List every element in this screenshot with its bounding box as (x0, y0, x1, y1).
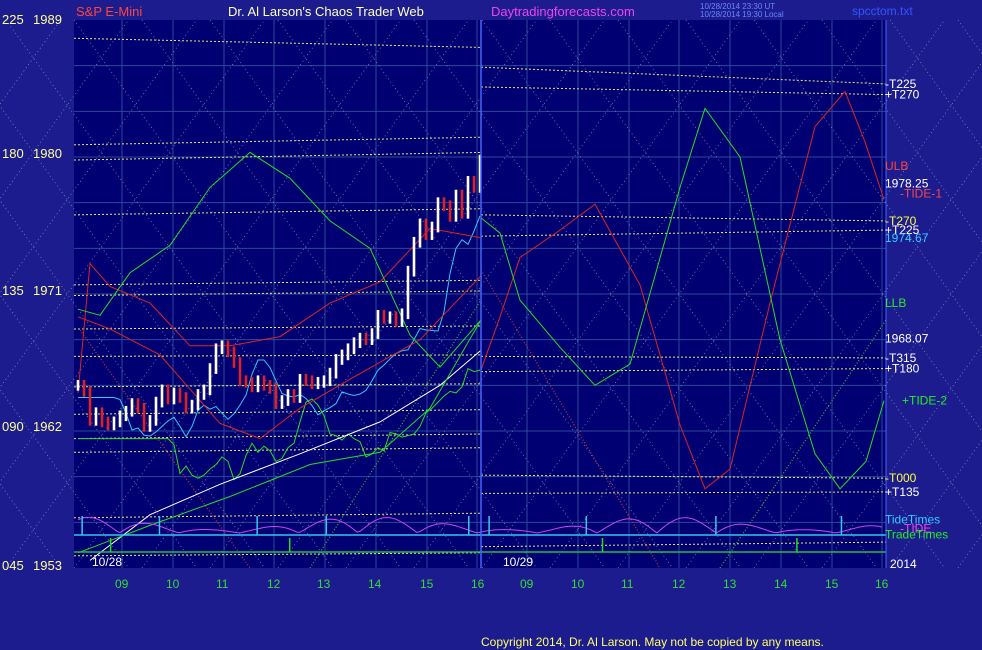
right-label: +T270 (885, 88, 920, 102)
right-label: +T135 (885, 485, 920, 499)
right-labels: -T225+T270ULB1978.25-TIDE-1-T270+T225197… (885, 77, 948, 542)
right-label: 1974.67 (885, 231, 929, 245)
x-tick-day1: 16 (471, 577, 485, 591)
year-label: 2014 (890, 557, 917, 571)
x-tick-day1: 15 (420, 577, 434, 591)
x-tick-day2: 10 (571, 577, 585, 591)
date-label: 10/29 (503, 555, 533, 569)
x-tick-day2: 14 (774, 577, 788, 591)
y-tick-right: 1980 (33, 146, 62, 161)
y-tick-right: 1962 (33, 419, 62, 434)
site-link[interactable]: Daytradingforecasts.com (491, 4, 635, 19)
x-tick-day1: 09 (115, 577, 129, 591)
x-tick-day2: 13 (723, 577, 737, 591)
y-tick-left: 180 (2, 146, 24, 161)
right-label: -TIDE-1 (900, 187, 942, 201)
copyright-notice: Copyright 2014, Dr. Al Larson. May not b… (481, 635, 824, 649)
chaos-trader-chart: S&P E-Mini Dr. Al Larson's Chaos Trader … (0, 2, 982, 649)
y-tick-right: 1989 (33, 12, 62, 27)
chart-title: Dr. Al Larson's Chaos Trader Web (228, 4, 424, 19)
y-tick-left: 225 (2, 12, 24, 27)
y-tick-right: 1953 (33, 558, 62, 573)
x-tick-day2: 09 (520, 577, 534, 591)
x-tick-day1: 13 (317, 577, 331, 591)
timestamp-local: 10/28/2014 19:30 Local (700, 10, 784, 19)
data-filename: spcctom.txt (852, 4, 913, 18)
right-label: +TIDE-2 (902, 394, 947, 408)
y-tick-left: 090 (2, 419, 24, 434)
y-axis: 225 1989 180 1980 135 1971 090 1962 045 … (2, 12, 62, 573)
right-label: 1968.07 (885, 332, 929, 346)
right-label: +T180 (885, 362, 920, 376)
x-tick-day1: 10 (166, 577, 180, 591)
right-label: ULB (885, 159, 908, 173)
lattice-line (957, 19, 982, 55)
x-tick-day2: 11 (621, 577, 634, 591)
x-tick-day1: 14 (368, 577, 382, 591)
y-tick-right: 1971 (33, 283, 62, 298)
right-label: TradeTimes (885, 528, 948, 542)
x-tick-day1: 11 (216, 577, 229, 591)
x-tick-day2: 16 (875, 577, 889, 591)
x-tick-day2: 15 (825, 577, 839, 591)
x-tick-day2: 12 (672, 577, 686, 591)
y-tick-left: 135 (2, 283, 24, 298)
chart-symbol: S&P E-Mini (76, 4, 142, 19)
y-tick-left: 045 (2, 558, 24, 573)
right-label: -T000 (885, 471, 917, 485)
date-label: 10/28 (92, 555, 122, 569)
right-label: LLB (885, 296, 906, 310)
x-tick-day1: 12 (267, 577, 281, 591)
lattice-line (957, 533, 982, 569)
